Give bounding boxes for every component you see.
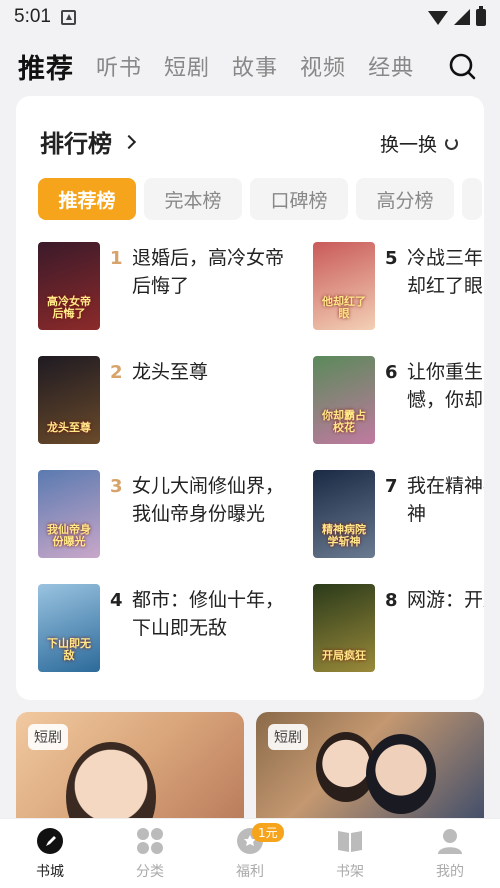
- status-icons: [428, 5, 486, 26]
- drama-actor-image: [366, 734, 436, 814]
- book-title: 女儿大闹修仙界，我仙帝身份曝光: [132, 475, 285, 525]
- book-title: 龙头至尊: [132, 361, 209, 383]
- rank-tab-reputation[interactable]: 口碑榜: [250, 178, 348, 220]
- book-item[interactable]: 高冷女帝后悔了 1 退婚后，高冷女帝后悔了: [38, 242, 298, 332]
- book-item[interactable]: 他却红了眼 5 冷战三年，离婚他却红了眼: [313, 242, 484, 332]
- tab-short-drama[interactable]: 短剧: [164, 50, 210, 82]
- nav-profile[interactable]: 我的: [400, 819, 500, 888]
- ranking-card: 排行榜 换一换 推荐榜 完本榜 口碑榜 高分榜 高冷女帝后悔了 1 退婚后，高冷…: [16, 96, 484, 700]
- drama-card[interactable]: 短剧: [256, 712, 484, 832]
- nav-bookshelf[interactable]: 书架: [300, 819, 400, 888]
- book-title: 冷战三年，离婚他却红了眼: [407, 247, 484, 297]
- nav-bookstore[interactable]: 书城: [0, 819, 100, 888]
- rank-number: 6: [385, 362, 398, 383]
- nav-label: 福利: [236, 864, 264, 880]
- book-title: 我在精神病院学斩神: [407, 475, 484, 525]
- book-cover: 开局疯狂: [313, 584, 375, 672]
- cover-title: 你却霸占校花: [322, 409, 366, 434]
- status-bar: 5:01: [0, 0, 500, 34]
- search-icon[interactable]: [448, 52, 476, 80]
- chevron-right-icon: [121, 134, 137, 149]
- book-title: 都市：修仙十年，下山即无敌: [132, 589, 285, 639]
- cover-title: 龙头至尊: [47, 421, 91, 434]
- rank-number: 4: [110, 590, 123, 611]
- signal-icon: [454, 9, 470, 25]
- welfare-badge: 1元: [252, 823, 284, 842]
- nav-label: 书城: [36, 864, 64, 880]
- tab-story[interactable]: 故事: [232, 50, 278, 82]
- book-cover: 他却红了眼: [313, 242, 375, 330]
- tab-audiobook[interactable]: 听书: [96, 50, 142, 82]
- drama-tag: 短剧: [268, 724, 308, 750]
- cover-title: 下山即无敌: [47, 637, 91, 662]
- book-item[interactable]: 下山即无敌 4 都市：修仙十年，下山即无敌: [38, 584, 298, 674]
- book-item[interactable]: 龙头至尊 2 龙头至尊: [38, 356, 298, 446]
- rank-number: 2: [110, 362, 123, 383]
- rank-number: 1: [110, 248, 123, 269]
- nav-label: 书架: [336, 864, 364, 880]
- book-cover: 你却霸占校花: [313, 356, 375, 444]
- nav-welfare[interactable]: 1元 福利: [200, 819, 300, 888]
- rank-tab-high-score[interactable]: 高分榜: [356, 178, 454, 220]
- compass-icon: [37, 828, 63, 854]
- bottom-nav: 书城 分类 1元 福利 书架 我的: [0, 818, 500, 888]
- user-icon: [438, 829, 462, 854]
- book-item[interactable]: 开局疯狂 8 网游：开局疯狂: [313, 584, 484, 674]
- battery-icon: [476, 5, 486, 26]
- book-cover: 精神病院学斩神: [313, 470, 375, 558]
- rank-number: 7: [385, 476, 398, 497]
- nav-category[interactable]: 分类: [100, 819, 200, 888]
- app-notification-icon: [60, 9, 76, 25]
- book-item[interactable]: 精神病院学斩神 7 我在精神病院学斩神: [313, 470, 484, 560]
- book-cover: 下山即无敌: [38, 584, 100, 672]
- drama-tag: 短剧: [28, 724, 68, 750]
- rank-number: 3: [110, 476, 123, 497]
- cover-title: 精神病院学斩神: [322, 523, 366, 548]
- book-title: 网游：开局疯狂: [407, 589, 484, 611]
- rank-number: 8: [385, 590, 398, 611]
- nav-label: 我的: [436, 864, 464, 880]
- refresh-label: 换一换: [379, 134, 437, 156]
- ranking-tabs: 推荐榜 完本榜 口碑榜 高分榜: [38, 178, 484, 220]
- ranking-title: 排行榜: [40, 130, 112, 158]
- cover-title: 我仙帝身份曝光: [47, 523, 91, 548]
- book-title: 退婚后，高冷女帝后悔了: [132, 247, 285, 297]
- cover-title: 他却红了眼: [322, 295, 366, 320]
- rank-tab-completed[interactable]: 完本榜: [144, 178, 242, 220]
- tab-video[interactable]: 视频: [300, 50, 346, 82]
- wifi-icon: [428, 11, 448, 25]
- book-grid: 高冷女帝后悔了 1 退婚后，高冷女帝后悔了 龙头至尊 2 龙头至尊 我仙帝身份曝…: [16, 238, 484, 688]
- grid-icon: [137, 828, 163, 854]
- tab-classic[interactable]: 经典: [368, 50, 414, 82]
- rank-tab-more[interactable]: [462, 178, 482, 220]
- rank-number: 5: [385, 248, 398, 269]
- nav-label: 分类: [136, 864, 164, 880]
- book-item[interactable]: 我仙帝身份曝光 3 女儿大闹修仙界，我仙帝身份曝光: [38, 470, 298, 560]
- top-tabs: 推荐 听书 短剧 故事 视频 经典: [0, 38, 500, 94]
- refresh-button[interactable]: 换一换: [380, 130, 458, 157]
- cover-title: 开局疯狂: [322, 649, 366, 662]
- book-cover: 龙头至尊: [38, 356, 100, 444]
- ranking-header[interactable]: 排行榜: [40, 124, 137, 159]
- book-title: 让你重生，弥补遗憾，你却霸占校花: [407, 361, 484, 411]
- refresh-icon: [445, 137, 458, 150]
- drama-card[interactable]: 短剧: [16, 712, 244, 832]
- book-item[interactable]: 你却霸占校花 6 让你重生，弥补遗憾，你却霸占校花: [313, 356, 484, 446]
- book-cover: 高冷女帝后悔了: [38, 242, 100, 330]
- status-time: 5:01: [14, 6, 51, 27]
- cover-title: 高冷女帝后悔了: [47, 295, 91, 320]
- tab-recommend[interactable]: 推荐: [18, 47, 74, 86]
- rank-tab-recommended[interactable]: 推荐榜: [38, 178, 136, 220]
- book-icon: [338, 831, 362, 852]
- book-cover: 我仙帝身份曝光: [38, 470, 100, 558]
